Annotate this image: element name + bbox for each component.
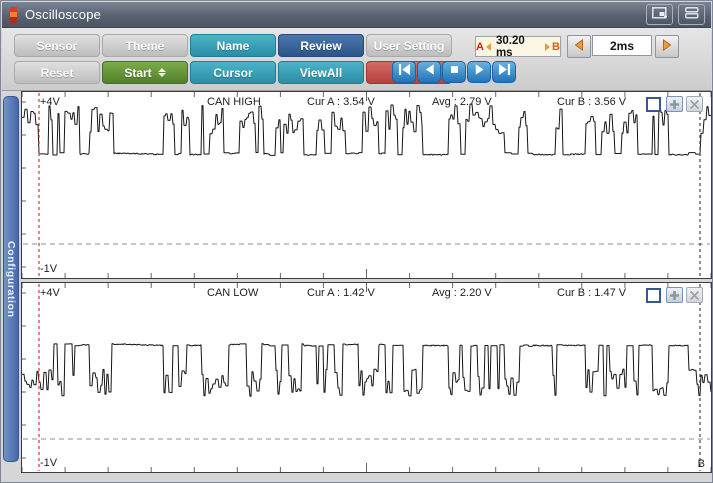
cursor-a-label: A (476, 41, 484, 53)
user-setting-button[interactable]: User Setting (366, 34, 452, 57)
zoom-in-button[interactable] (666, 287, 683, 303)
stop-button[interactable] (442, 61, 466, 83)
plus-icon (669, 290, 680, 301)
play-button[interactable] (467, 61, 491, 83)
menu-icon (685, 6, 699, 24)
can-high-waveform (22, 92, 711, 278)
close-channel-button[interactable] (686, 96, 703, 112)
start-button-label: Start (124, 66, 151, 80)
cursor-a-arrow-icon (486, 43, 491, 51)
timebase-decrease-button[interactable] (567, 35, 591, 58)
ab-delta-time: 30.20 ms (496, 35, 540, 59)
restore-window-icon (652, 6, 667, 24)
skip-to-start-icon (398, 63, 411, 81)
cursor-b-label: B (552, 41, 560, 53)
zoom-in-button[interactable] (666, 96, 683, 112)
cursor-a-reading: Cur A : 1.42 V (307, 287, 375, 299)
bottom-scale-label: -1V (40, 263, 57, 275)
channel-checkbox[interactable] (646, 288, 661, 303)
left-arrow-icon (574, 38, 584, 56)
right-arrow-icon (662, 38, 672, 56)
bottom-scale-label: -1V (40, 457, 57, 469)
cursor-b-reading: Cur B : 3.56 V (557, 96, 626, 108)
skip-to-end-icon (498, 63, 511, 81)
review-button[interactable]: Review (278, 34, 364, 57)
updown-arrows-icon (158, 68, 166, 77)
title-bar: Oscilloscope (2, 2, 711, 28)
theme-button[interactable]: Theme (102, 34, 188, 57)
channel-checkbox[interactable] (646, 97, 661, 112)
ab-cursor-range[interactable]: A 30.20 ms B (475, 36, 561, 57)
skip-to-start-button[interactable] (392, 61, 416, 83)
configuration-tab-label: Configuration (5, 241, 17, 318)
viewall-button[interactable]: ViewAll (278, 61, 364, 84)
cursor-b-marker: B (698, 458, 705, 470)
scope-channel-can-low: +4V CAN LOW Cur A : 1.42 V Avg : 2.20 V … (21, 282, 712, 473)
average-reading: Avg : 2.79 V (432, 96, 492, 108)
skip-to-end-button[interactable] (492, 61, 516, 83)
oscilloscope-window: { "window": { "title": "Oscilloscope" },… (0, 0, 713, 483)
configuration-tab[interactable]: Configuration (3, 96, 19, 462)
name-button[interactable]: Name (190, 34, 276, 57)
top-scale-label: +4V (40, 96, 60, 108)
close-icon (689, 99, 700, 110)
scope-channel-can-high: +4V CAN HIGH Cur A : 3.54 V Avg : 2.79 V… (21, 91, 712, 279)
cursor-button[interactable]: Cursor (190, 61, 276, 84)
cursor-a-reading: Cur A : 3.54 V (307, 96, 375, 108)
stop-icon (448, 63, 461, 81)
timebase-increase-button[interactable] (655, 35, 679, 58)
restore-window-button[interactable] (646, 4, 673, 25)
reset-button[interactable]: Reset (14, 61, 100, 84)
window-title: Oscilloscope (25, 7, 101, 22)
timebase-value[interactable]: 2ms (592, 35, 652, 56)
cursor-b-arrow-icon (545, 43, 550, 51)
start-button[interactable]: Start (102, 61, 188, 84)
average-reading: Avg : 2.20 V (432, 287, 492, 299)
close-icon (689, 290, 700, 301)
close-channel-button[interactable] (686, 287, 703, 303)
step-back-button[interactable] (417, 61, 441, 83)
sensor-button[interactable]: Sensor (14, 34, 100, 57)
top-scale-label: +4V (40, 287, 60, 299)
step-back-icon (423, 63, 436, 81)
app-icon (10, 7, 17, 23)
can-low-waveform (22, 283, 711, 472)
play-icon (473, 63, 486, 81)
plus-icon (669, 99, 680, 110)
channel-name: CAN LOW (207, 287, 258, 299)
toolbar: Sensor Theme Name Review User Setting A … (2, 28, 711, 91)
cursor-b-reading: Cur B : 1.47 V (557, 287, 626, 299)
channel-name: CAN HIGH (207, 96, 261, 108)
menu-button[interactable] (678, 4, 705, 25)
